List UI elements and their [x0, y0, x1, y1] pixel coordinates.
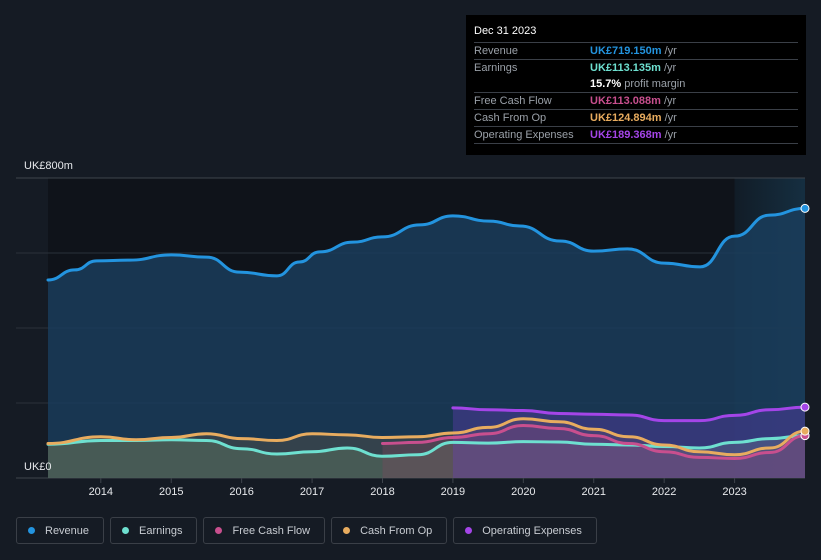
legend-dot-icon	[122, 527, 130, 534]
tooltip-row: 15.7% profit margin	[474, 76, 798, 93]
x-tick-label: 2016	[229, 486, 253, 498]
tooltip-row-unit: profit margin	[624, 78, 686, 90]
legend-dot-icon	[215, 527, 223, 534]
tooltip-row-value: 15.7%	[590, 78, 622, 90]
tooltip-row-unit: /yr	[663, 62, 677, 74]
x-tick-label: 2022	[652, 486, 676, 498]
x-tick-label: 2023	[722, 486, 746, 498]
x-tick-label: 2021	[582, 486, 606, 498]
tooltip-row: Operating Expenses UK£189.368m/yr	[474, 127, 798, 144]
tooltip-panel: Dec 31 2023 Revenue UK£719.150m/yr Earning…	[466, 15, 806, 155]
tooltip-row-label	[474, 76, 590, 92]
tooltip-row: Earnings UK£113.135m/yr	[474, 60, 798, 76]
x-tick-label: 2014	[89, 486, 113, 498]
legend-label: Cash From Op	[360, 524, 433, 537]
legend-dot-icon	[28, 527, 35, 534]
tooltip-row-unit: /yr	[664, 112, 677, 124]
legend-dot-icon	[465, 527, 473, 534]
x-tick-label: 2017	[300, 486, 324, 498]
legend-item-revenue[interactable]: Revenue	[16, 517, 105, 544]
y-tick-label: UK£800m	[24, 160, 73, 172]
marker-operating-expenses	[800, 402, 810, 412]
tooltip-row: Revenue UK£719.150m/yr	[474, 43, 798, 60]
tooltip-row-value: UK£113.088m	[590, 95, 661, 107]
marker-revenue	[800, 203, 810, 213]
legend-dot-icon	[343, 527, 351, 534]
legend-item-free-cash-flow[interactable]: Free Cash Flow	[203, 517, 326, 544]
tooltip-row-label: Revenue	[474, 45, 519, 57]
x-tick-label: 2019	[441, 486, 465, 498]
tooltip-row-value: UK£113.135m	[590, 62, 661, 74]
tooltip-row-unit: /yr	[664, 129, 677, 141]
legend: Revenue Earnings Free Cash Flow Cash From O…	[16, 517, 597, 544]
legend-item-earnings[interactable]: Earnings	[110, 517, 198, 544]
tooltip-row-label: Free Cash Flow	[474, 95, 552, 107]
legend-label: Earnings	[139, 524, 183, 537]
legend-label: Free Cash Flow	[232, 524, 311, 537]
tooltip-row-label: Operating Expenses	[474, 129, 574, 141]
tooltip-row-value: UK£189.368m	[590, 129, 662, 141]
x-tick-label: 2015	[159, 486, 183, 498]
marker-cash-from-op	[800, 426, 810, 436]
tooltip-row-value: UK£719.150m	[590, 45, 662, 57]
tooltip-date: Dec 31 2023	[474, 23, 798, 43]
tooltip-row: Free Cash Flow UK£113.088m/yr	[474, 93, 798, 110]
legend-label: Operating Expenses	[482, 524, 582, 537]
tooltip-row: Cash From Op UK£124.894m/yr	[474, 110, 798, 127]
tooltip-row-unit: /yr	[664, 45, 677, 57]
x-tick-label: 2018	[370, 486, 394, 498]
legend-item-cash-from-op[interactable]: Cash From Op	[331, 517, 448, 544]
legend-item-operating-expenses[interactable]: Operating Expenses	[453, 517, 597, 544]
x-tick-label: 2020	[511, 486, 535, 498]
legend-label: Revenue	[45, 524, 90, 537]
tooltip-row-value: UK£124.894m	[590, 112, 662, 124]
y-tick-label: UK£0	[24, 461, 52, 473]
tooltip-row-unit: /yr	[663, 95, 677, 107]
tooltip-row-label: Cash From Op	[474, 112, 547, 124]
tooltip-row-label: Earnings	[474, 62, 518, 74]
